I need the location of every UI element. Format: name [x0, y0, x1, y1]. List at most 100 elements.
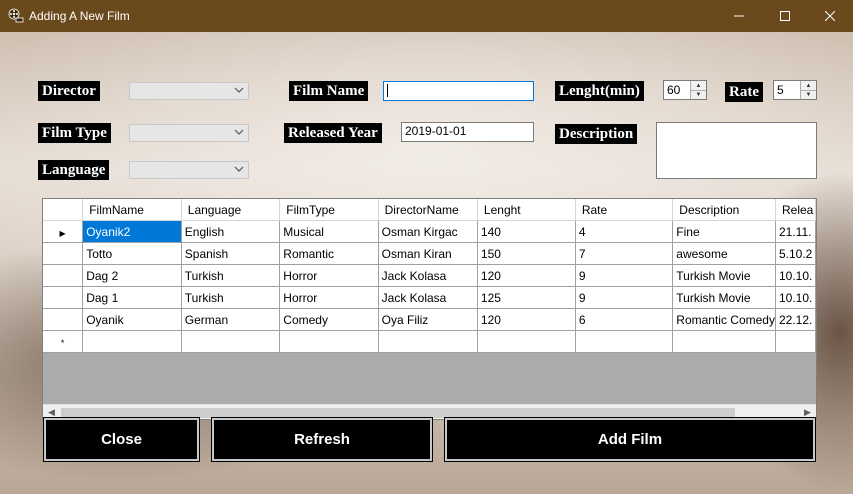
table-cell[interactable]: German [181, 308, 281, 331]
table-cell[interactable] [378, 330, 478, 353]
length-value: 60 [667, 83, 681, 97]
table-cell[interactable]: English [181, 220, 281, 243]
table-cell[interactable]: Turkish [181, 286, 281, 309]
column-header-description[interactable]: Description [672, 199, 776, 221]
row-header-corner[interactable] [43, 199, 84, 221]
minimize-button[interactable] [716, 0, 762, 32]
maximize-icon [780, 11, 790, 21]
table-cell[interactable]: 5.10.2 [775, 242, 816, 265]
new-row[interactable]: * [43, 330, 816, 353]
table-cell[interactable]: 21.11. [775, 220, 816, 243]
refresh-button[interactable]: Refresh [211, 417, 433, 462]
film-name-input[interactable] [383, 81, 534, 101]
table-row[interactable]: Totto Spanish Romantic Osman Kiran 150 7… [43, 242, 816, 265]
table-cell[interactable]: Dag 2 [82, 264, 182, 287]
column-header-directorname[interactable]: DirectorName [378, 199, 478, 221]
table-cell[interactable]: Spanish [181, 242, 281, 265]
table-cell[interactable]: Turkish Movie [672, 286, 776, 309]
language-combobox[interactable] [129, 161, 249, 179]
film-name-label: Film Name [289, 81, 369, 101]
current-row-indicator-icon[interactable]: ▶ [43, 220, 84, 243]
table-row[interactable]: Dag 2 Turkish Horror Jack Kolasa 120 9 T… [43, 264, 816, 287]
column-header-filmname[interactable]: FilmName [82, 199, 182, 221]
table-cell[interactable]: Horror [279, 286, 379, 309]
length-decrement-button[interactable]: ▼ [691, 90, 706, 99]
table-cell[interactable]: Oya Filiz [378, 308, 478, 331]
column-header-length[interactable]: Lenght [477, 199, 576, 221]
add-film-button[interactable]: Add Film [444, 417, 816, 462]
row-header[interactable] [43, 242, 84, 265]
table-cell[interactable]: 10.10. [775, 264, 816, 287]
rate-spinner[interactable]: 5 ▲ ▼ [773, 80, 817, 100]
released-year-picker[interactable]: 2019-01-01 [401, 122, 534, 142]
table-cell[interactable]: Turkish [181, 264, 281, 287]
table-cell[interactable]: 150 [477, 242, 576, 265]
table-cell[interactable]: Osman Kirgac [378, 220, 478, 243]
chevron-down-icon [234, 166, 244, 172]
table-cell[interactable]: awesome [672, 242, 776, 265]
film-type-combobox[interactable] [129, 124, 249, 142]
scrollbar-thumb[interactable] [61, 408, 735, 418]
rate-value: 5 [777, 83, 784, 97]
table-cell[interactable] [775, 330, 816, 353]
table-cell[interactable]: Jack Kolasa [378, 286, 478, 309]
table-cell[interactable]: Totto [82, 242, 182, 265]
table-cell[interactable]: Dag 1 [82, 286, 182, 309]
table-cell[interactable]: Comedy [279, 308, 379, 331]
table-cell[interactable] [672, 330, 776, 353]
table-cell[interactable]: 10.10. [775, 286, 816, 309]
table-cell[interactable]: 9 [575, 264, 674, 287]
table-cell[interactable] [575, 330, 674, 353]
table-cell[interactable]: 120 [477, 308, 576, 331]
column-header-filmtype[interactable]: FilmType [279, 199, 379, 221]
column-header-rate[interactable]: Rate [575, 199, 674, 221]
table-cell[interactable] [181, 330, 281, 353]
table-cell[interactable]: 120 [477, 264, 576, 287]
rate-decrement-button[interactable]: ▼ [801, 90, 816, 99]
new-row-indicator-icon[interactable]: * [43, 330, 84, 353]
table-cell[interactable]: 6 [575, 308, 674, 331]
table-cell[interactable] [477, 330, 576, 353]
column-header-released[interactable]: Relea [775, 199, 816, 221]
column-header-language[interactable]: Language [181, 199, 281, 221]
description-textarea[interactable] [656, 122, 817, 179]
table-cell[interactable]: Turkish Movie [672, 264, 776, 287]
table-cell[interactable]: Oyanik [82, 308, 182, 331]
language-label: Language [38, 160, 110, 180]
maximize-button[interactable] [762, 0, 808, 32]
table-cell[interactable]: 4 [575, 220, 674, 243]
table-row[interactable]: Oyanik German Comedy Oya Filiz 120 6 Rom… [43, 308, 816, 331]
chevron-down-icon [234, 87, 244, 93]
close-button[interactable]: Close [43, 417, 200, 462]
director-label: Director [38, 81, 100, 101]
row-header[interactable] [43, 286, 84, 309]
table-cell[interactable] [279, 330, 379, 353]
table-cell[interactable] [82, 330, 182, 353]
length-label: Lenght(min) [555, 81, 644, 101]
length-spinner[interactable]: 60 ▲ ▼ [663, 80, 707, 100]
table-cell[interactable]: Jack Kolasa [378, 264, 478, 287]
table-cell[interactable]: 140 [477, 220, 576, 243]
table-cell[interactable]: Romantic Comedy [672, 308, 776, 331]
films-table: FilmName Language FilmType DirectorName … [43, 199, 816, 353]
table-cell[interactable]: 22.12. [775, 308, 816, 331]
table-row[interactable]: ▶ Oyanik2 English Musical Osman Kirgac 1… [43, 220, 816, 243]
table-cell[interactable]: Romantic [279, 242, 379, 265]
director-combobox[interactable] [129, 82, 249, 100]
minimize-icon [734, 15, 744, 17]
row-header[interactable] [43, 264, 84, 287]
table-cell[interactable]: Horror [279, 264, 379, 287]
table-cell[interactable]: 125 [477, 286, 576, 309]
table-cell[interactable]: Osman Kiran [378, 242, 478, 265]
text-caret [387, 84, 388, 98]
table-cell[interactable]: 9 [575, 286, 674, 309]
table-cell[interactable]: Oyanik2 [82, 220, 182, 243]
films-datagrid[interactable]: FilmName Language FilmType DirectorName … [42, 198, 817, 420]
row-header[interactable] [43, 308, 84, 331]
table-cell[interactable]: 7 [575, 242, 674, 265]
table-row[interactable]: Dag 1 Turkish Horror Jack Kolasa 125 9 T… [43, 286, 816, 309]
table-cell[interactable]: Fine [672, 220, 776, 243]
chevron-down-icon [234, 129, 244, 135]
table-cell[interactable]: Musical [279, 220, 379, 243]
close-window-button[interactable] [807, 0, 853, 32]
